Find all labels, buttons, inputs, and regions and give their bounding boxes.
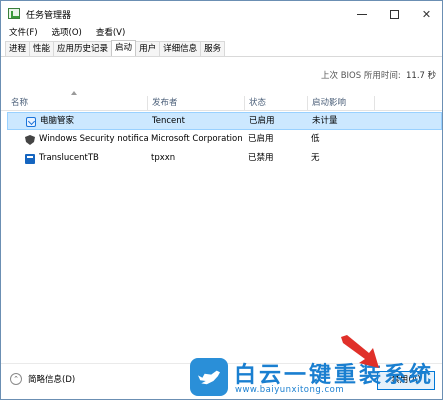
table-row[interactable]: 电脑管家 Tencent 已启用 未计量 xyxy=(7,112,442,130)
fewer-details-toggle[interactable]: ⌃ 简略信息(D) xyxy=(10,373,75,385)
row-status: 已启用 xyxy=(249,116,275,126)
shield-icon xyxy=(25,135,35,145)
tab-services[interactable]: 服务 xyxy=(200,41,226,56)
menu-view[interactable]: 查看(V) xyxy=(88,27,131,40)
watermark-url: www.baiyunxitong.com xyxy=(235,385,345,395)
minimize-icon xyxy=(356,13,367,15)
sort-ascending-icon xyxy=(71,91,77,95)
row-publisher: Tencent xyxy=(152,116,185,126)
tab-app-history[interactable]: 应用历史记录 xyxy=(53,41,113,56)
tab-processes[interactable]: 进程 xyxy=(5,41,31,56)
bios-time-label: 上次 BIOS 所用时间: xyxy=(321,71,401,81)
table-header: 名称 发布者 状态 启动影响 xyxy=(1,96,442,111)
column-header-startup-impact[interactable]: 启动影响 xyxy=(308,96,375,111)
tab-strip: 进程 性能 应用历史记录 启动 用户 详细信息 服务 xyxy=(5,40,226,56)
tab-users[interactable]: 用户 xyxy=(135,41,161,56)
close-icon: ✕ xyxy=(421,7,432,21)
tab-startup[interactable]: 启动 xyxy=(111,40,137,56)
menu-bar: 文件(F) 选项(O) 查看(V) xyxy=(1,27,442,40)
bios-time-value: 11.7 秒 xyxy=(406,71,437,81)
menu-options[interactable]: 选项(O) xyxy=(44,27,88,40)
row-impact: 未计量 xyxy=(312,116,338,126)
table-row[interactable]: TranslucentTB tpxxn 已禁用 无 xyxy=(7,150,442,168)
row-name: 电脑管家 xyxy=(40,116,75,126)
maximize-icon xyxy=(390,9,399,19)
bird-icon xyxy=(198,370,220,385)
chevron-up-icon: ⌃ xyxy=(10,373,22,385)
row-name: Windows Security notifica... xyxy=(39,134,149,144)
row-impact: 无 xyxy=(311,153,320,163)
translucenttb-icon xyxy=(25,154,35,164)
red-arrow-icon xyxy=(341,335,379,368)
window-title: 任务管理器 xyxy=(26,11,72,21)
column-header-publisher[interactable]: 发布者 xyxy=(148,96,245,111)
tab-details[interactable]: 详细信息 xyxy=(159,41,202,56)
row-name: TranslucentTB xyxy=(39,153,99,163)
watermark: 白云一键重装系统 www.baiyunxitong.com xyxy=(190,356,442,398)
row-status: 已启用 xyxy=(248,134,274,144)
maximize-button[interactable] xyxy=(378,1,411,27)
task-manager-window: 任务管理器 ✕ 文件(F) 选项(O) 查看(V) 进程 性能 应用历史记录 启… xyxy=(0,0,443,400)
row-publisher: Microsoft Corporation xyxy=(151,134,243,144)
minimize-button[interactable] xyxy=(345,1,378,27)
row-publisher: tpxxn xyxy=(151,153,176,163)
tab-divider xyxy=(1,56,442,57)
row-impact: 低 xyxy=(311,134,320,144)
task-manager-app-icon xyxy=(8,8,20,19)
watermark-logo-icon xyxy=(190,358,228,396)
fewer-details-label: 简略信息(D) xyxy=(28,375,76,385)
tencent-pc-manager-icon xyxy=(26,117,36,127)
column-header-name[interactable]: 名称 xyxy=(7,96,148,111)
column-header-status[interactable]: 状态 xyxy=(245,96,308,111)
row-status: 已禁用 xyxy=(248,153,274,163)
tab-performance[interactable]: 性能 xyxy=(29,41,55,56)
title-bar: 任务管理器 ✕ xyxy=(1,1,442,27)
close-button[interactable]: ✕ xyxy=(410,1,443,27)
table-row[interactable]: Windows Security notifica... Microsoft C… xyxy=(7,131,442,149)
menu-file[interactable]: 文件(F) xyxy=(1,27,44,40)
